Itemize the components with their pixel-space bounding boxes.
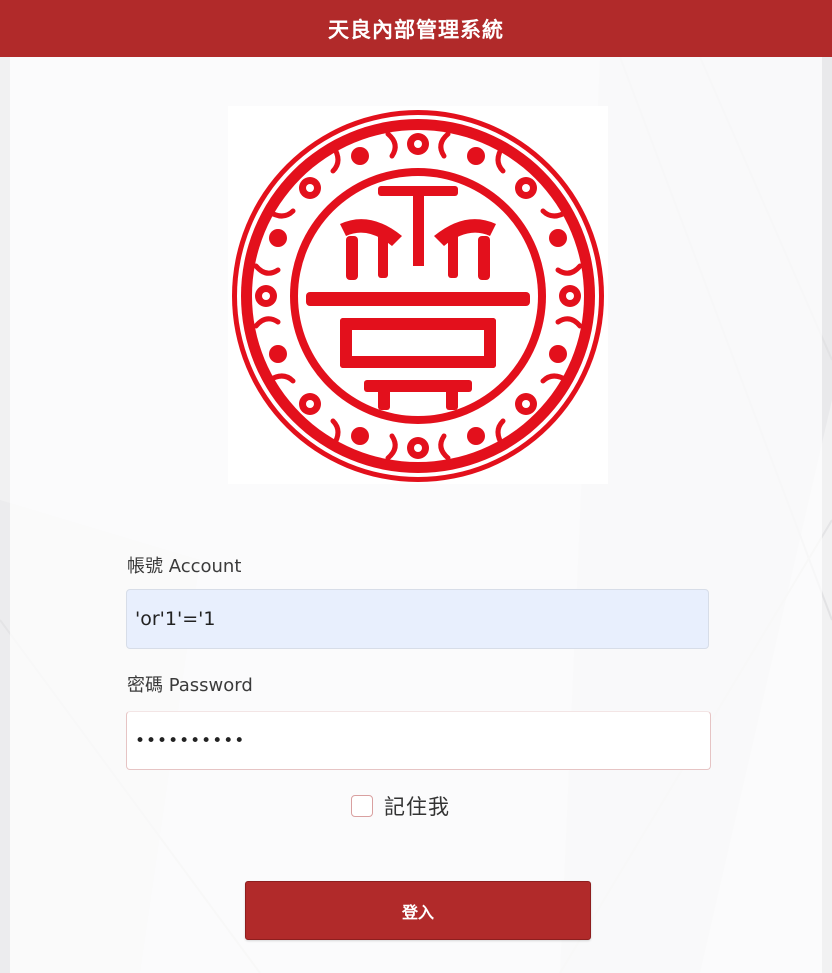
app-title: 天良內部管理系統: [328, 17, 504, 42]
password-label: 密碼 Password: [127, 675, 253, 696]
remember-me-checkbox[interactable]: [351, 795, 373, 817]
seal-logo: [228, 106, 608, 484]
remember-me-label: 記住我: [384, 795, 450, 819]
password-input[interactable]: [126, 711, 711, 770]
seal-logo-image: [232, 110, 604, 482]
app-header: 天良內部管理系統: [0, 0, 832, 57]
remember-me[interactable]: 記住我: [351, 791, 450, 821]
account-label: 帳號 Account: [127, 556, 242, 577]
login-button[interactable]: 登入: [245, 881, 591, 940]
account-input[interactable]: [126, 589, 709, 649]
